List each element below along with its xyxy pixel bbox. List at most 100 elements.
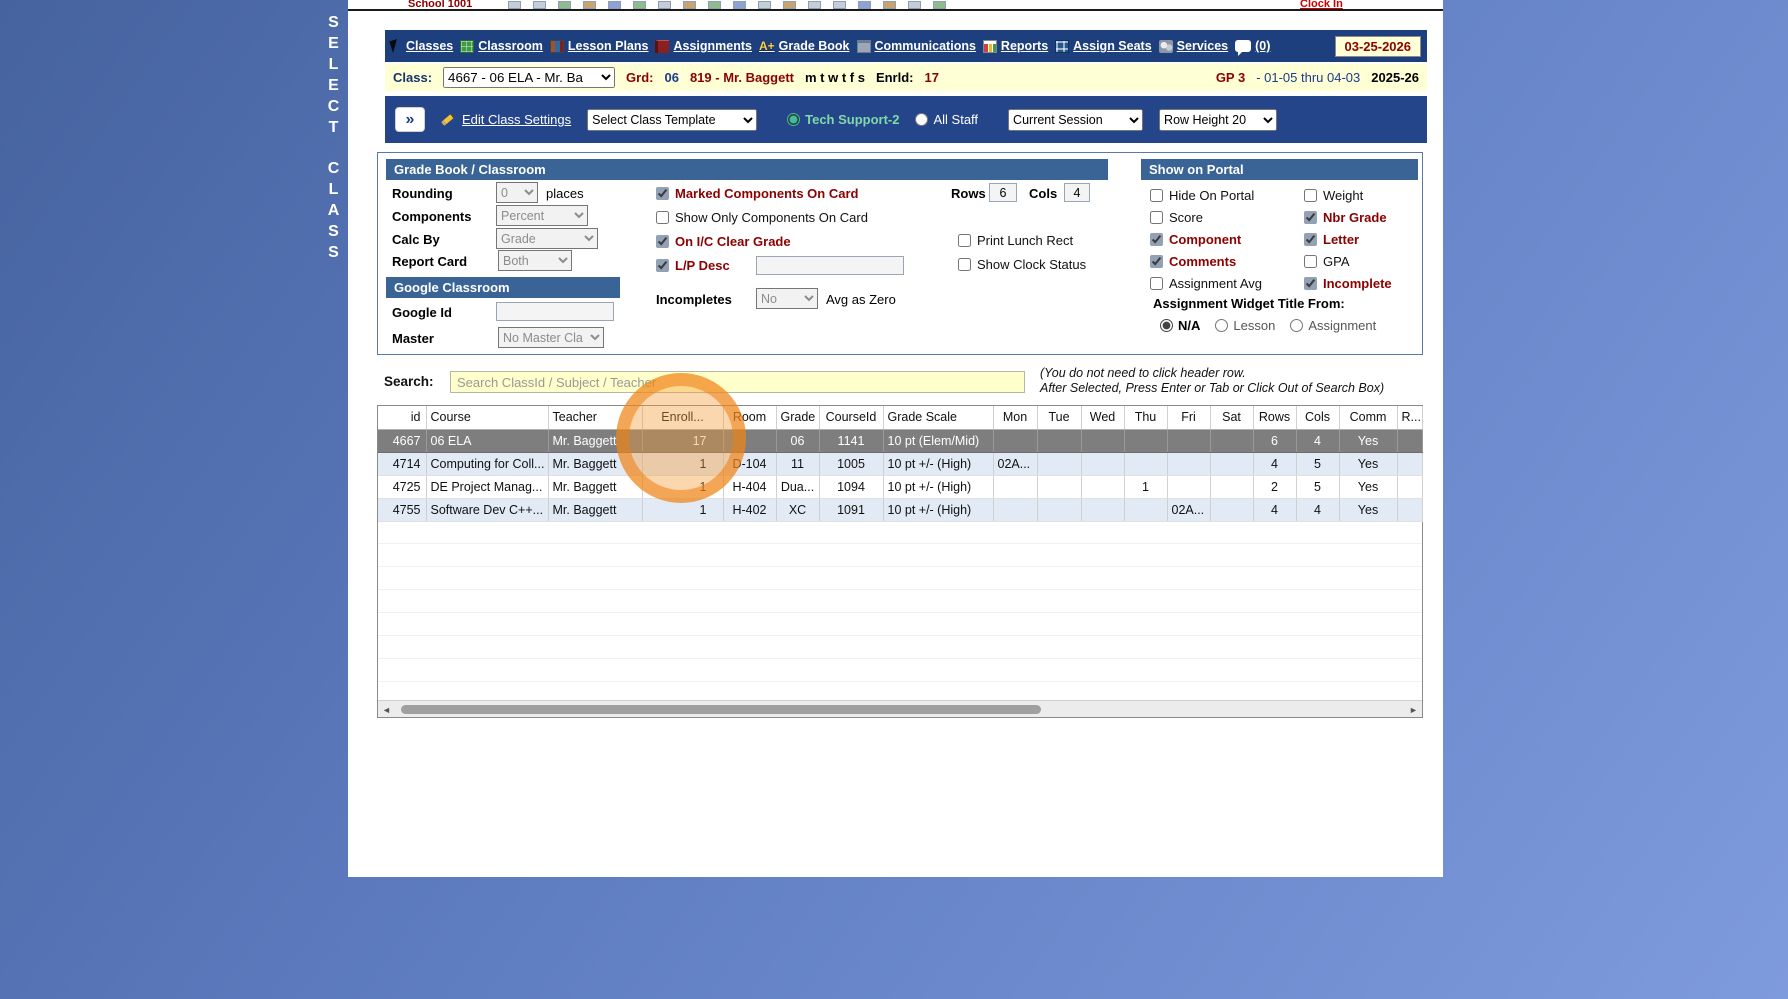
cell-course[interactable]: DE Project Manag... bbox=[426, 475, 549, 499]
cell-grade-scale[interactable]: 10 pt +/- (High) bbox=[883, 498, 994, 522]
topbar-icon[interactable] bbox=[808, 1, 821, 9]
cell-id[interactable]: 4714 bbox=[378, 452, 427, 476]
assignment-radio[interactable] bbox=[1290, 319, 1304, 332]
clock-in-link[interactable]: Clock In bbox=[1300, 0, 1343, 9]
cell-cols[interactable]: 5 bbox=[1296, 452, 1340, 476]
cell-id[interactable]: 4725 bbox=[378, 475, 427, 499]
letter-option[interactable]: Letter bbox=[1304, 232, 1359, 247]
topbar-icon[interactable] bbox=[883, 1, 896, 9]
widget-title-na-option[interactable]: N/A bbox=[1160, 318, 1200, 333]
master-select[interactable]: No Master Cla bbox=[498, 327, 604, 348]
cell-thu[interactable] bbox=[1124, 429, 1168, 453]
col-header-grade[interactable]: Grade bbox=[776, 406, 820, 430]
cell-courseid[interactable]: 1094 bbox=[819, 475, 884, 499]
topbar-icon[interactable] bbox=[583, 1, 596, 9]
google-id-input[interactable] bbox=[496, 302, 614, 321]
on-ic-clear-grade-checkbox[interactable] bbox=[656, 235, 669, 248]
tech-support-radio[interactable] bbox=[787, 113, 801, 126]
col-header-teacher[interactable]: Teacher bbox=[548, 406, 643, 430]
lp-desc-input[interactable] bbox=[756, 256, 904, 275]
nav-item-lesson-plans[interactable]: Lesson Plans bbox=[549, 39, 648, 53]
cell-comm[interactable]: Yes bbox=[1339, 475, 1398, 499]
components-select[interactable]: Percent bbox=[496, 205, 588, 226]
col-header-mon[interactable]: Mon bbox=[993, 406, 1038, 430]
col-header-fri[interactable]: Fri bbox=[1167, 406, 1211, 430]
class-template-select[interactable]: Select Class Template bbox=[587, 108, 758, 131]
col-header-id[interactable]: id bbox=[378, 406, 427, 430]
cell-courseid[interactable]: 1005 bbox=[819, 452, 884, 476]
table-row[interactable]: 4755 Software Dev C++... Mr. Baggett 1 H… bbox=[378, 498, 1423, 522]
col-header-thu[interactable]: Thu bbox=[1124, 406, 1168, 430]
show-clock-status-option[interactable]: Show Clock Status bbox=[958, 257, 1086, 272]
topbar-icon[interactable] bbox=[658, 1, 671, 9]
cell-r[interactable] bbox=[1397, 498, 1423, 522]
cell-sat[interactable] bbox=[1210, 429, 1254, 453]
table-row[interactable]: 4714 Computing for Coll... Mr. Baggett 1… bbox=[378, 452, 1423, 476]
cell-fri[interactable] bbox=[1167, 429, 1211, 453]
cell-comm[interactable]: Yes bbox=[1339, 498, 1398, 522]
cell-mon[interactable] bbox=[993, 475, 1038, 499]
hide-on-portal-checkbox[interactable] bbox=[1150, 189, 1163, 202]
cell-grade[interactable]: Dua... bbox=[776, 475, 820, 499]
incompletes-select[interactable]: No bbox=[756, 288, 818, 309]
cell-rows[interactable]: 4 bbox=[1253, 498, 1297, 522]
cell-grade-scale[interactable]: 10 pt +/- (High) bbox=[883, 452, 994, 476]
topbar-icon[interactable] bbox=[608, 1, 621, 9]
nbr-grade-option[interactable]: Nbr Grade bbox=[1304, 210, 1387, 225]
table-row[interactable]: 4667 06 ELA Mr. Baggett 17 06 1141 10 pt… bbox=[378, 429, 1423, 453]
col-header-sat[interactable]: Sat bbox=[1210, 406, 1254, 430]
show-only-components-option[interactable]: Show Only Components On Card bbox=[656, 210, 868, 225]
cell-cols[interactable]: 4 bbox=[1296, 498, 1340, 522]
cell-comm[interactable]: Yes bbox=[1339, 429, 1398, 453]
cell-tue[interactable] bbox=[1037, 429, 1082, 453]
cell-fri[interactable] bbox=[1167, 475, 1211, 499]
report-card-select[interactable]: Both bbox=[498, 250, 572, 271]
all-staff-radio[interactable] bbox=[915, 113, 929, 126]
cell-mon[interactable]: 02A... bbox=[993, 452, 1038, 476]
lp-desc-option[interactable]: L/P Desc bbox=[656, 258, 730, 273]
date-field[interactable]: 03-25-2026 bbox=[1334, 35, 1421, 57]
gpa-checkbox[interactable] bbox=[1304, 255, 1317, 268]
cell-thu[interactable] bbox=[1124, 498, 1168, 522]
assignment-avg-checkbox[interactable] bbox=[1150, 277, 1163, 290]
gpa-option[interactable]: GPA bbox=[1304, 254, 1350, 269]
assignment-avg-option[interactable]: Assignment Avg bbox=[1150, 276, 1262, 291]
marked-components-option[interactable]: Marked Components On Card bbox=[656, 186, 858, 201]
col-header-cols[interactable]: Cols bbox=[1296, 406, 1340, 430]
topbar-icon[interactable] bbox=[783, 1, 796, 9]
session-select[interactable]: Current Session bbox=[1008, 108, 1144, 131]
scroll-right-icon[interactable]: ► bbox=[1405, 702, 1422, 717]
cell-teacher[interactable]: Mr. Baggett bbox=[548, 452, 643, 476]
cell-room[interactable]: H-402 bbox=[723, 498, 777, 522]
topbar-icon[interactable] bbox=[908, 1, 921, 9]
cell-room[interactable] bbox=[723, 429, 777, 453]
cell-grade[interactable]: XC bbox=[776, 498, 820, 522]
component-checkbox[interactable] bbox=[1150, 233, 1163, 246]
cell-cols[interactable]: 5 bbox=[1296, 475, 1340, 499]
cell-sat[interactable] bbox=[1210, 498, 1254, 522]
component-option[interactable]: Component bbox=[1150, 232, 1241, 247]
topbar-icon[interactable] bbox=[858, 1, 871, 9]
topbar-icon[interactable] bbox=[758, 1, 771, 9]
cell-enroll[interactable]: 1 bbox=[642, 475, 724, 499]
cell-teacher[interactable]: Mr. Baggett bbox=[548, 429, 643, 453]
cell-room[interactable]: H-404 bbox=[723, 475, 777, 499]
cell-enroll[interactable]: 17 bbox=[642, 429, 724, 453]
cell-room[interactable]: D-104 bbox=[723, 452, 777, 476]
nav-item-classroom[interactable]: Classroom bbox=[460, 39, 543, 53]
cell-rows[interactable]: 4 bbox=[1253, 452, 1297, 476]
cell-course[interactable]: Computing for Coll... bbox=[426, 452, 549, 476]
col-header-comm[interactable]: Comm bbox=[1339, 406, 1398, 430]
rounding-select[interactable]: 0 bbox=[496, 182, 538, 203]
cell-course[interactable]: Software Dev C++... bbox=[426, 498, 549, 522]
cell-comm[interactable]: Yes bbox=[1339, 452, 1398, 476]
col-header-grade-scale[interactable]: Grade Scale bbox=[883, 406, 994, 430]
expand-button[interactable]: » bbox=[395, 107, 425, 132]
nav-item-classes[interactable]: Classes bbox=[406, 39, 453, 53]
on-ic-clear-grade-option[interactable]: On I/C Clear Grade bbox=[656, 234, 791, 249]
cell-grade[interactable]: 11 bbox=[776, 452, 820, 476]
nav-item-reports[interactable]: Reports bbox=[982, 39, 1048, 53]
calc-by-select[interactable]: Grade bbox=[496, 228, 598, 249]
cell-wed[interactable] bbox=[1081, 429, 1125, 453]
cell-mon[interactable] bbox=[993, 429, 1038, 453]
